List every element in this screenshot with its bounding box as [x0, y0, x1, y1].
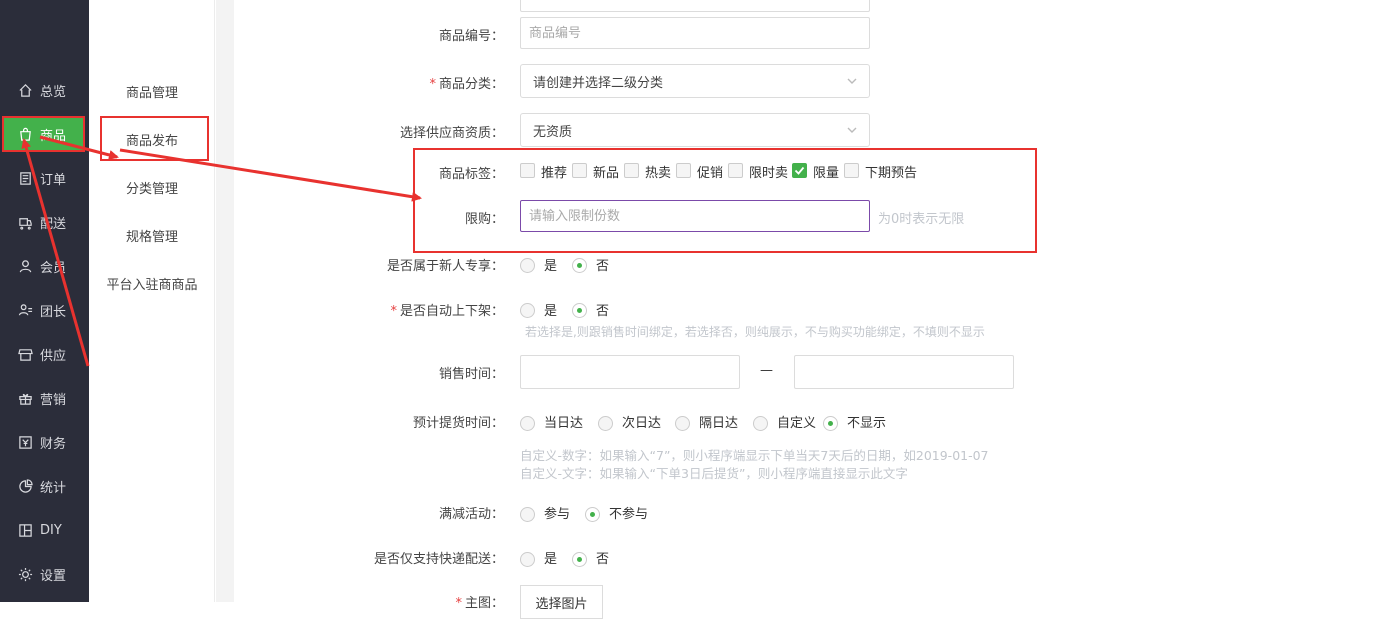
pickup-hint-number: 自定义-数字：如果输入“7”，则小程序端显示下单当天7天后的日期，如2019-0… — [520, 448, 989, 463]
pickup-option-radio[interactable] — [823, 416, 838, 431]
pickup-label: 预计提货时间： — [412, 416, 504, 431]
pickup-option-label: 自定义 — [777, 416, 817, 431]
pickup-option-label: 次日达 — [622, 416, 662, 431]
nav-item-pie[interactable]: 统计 — [0, 468, 89, 504]
sale-time-separator: — — [760, 363, 773, 378]
auto-shelf-label-text: 是否自动上下架： — [399, 304, 504, 319]
pickup-option-radio[interactable] — [753, 416, 768, 431]
nav-item-order[interactable]: 订单 — [0, 160, 89, 196]
main-image-label-text: 主图： — [464, 596, 504, 611]
pickup-option-radio[interactable] — [520, 416, 535, 431]
express-no-label: 否 — [596, 552, 610, 567]
product-code-input[interactable] — [520, 17, 870, 49]
newbie-no-label: 否 — [596, 259, 610, 274]
express-label: 是否仅支持快递配送： — [373, 552, 504, 567]
yen-icon — [19, 435, 32, 449]
nav-item-gift[interactable]: 营销 — [0, 380, 89, 416]
content-gutter — [216, 0, 234, 602]
store-icon — [18, 348, 33, 361]
product-form: 商品编号： *商品分类： 请创建并选择二级分类 选择供应商资质： 无资质 商品标… — [234, 0, 1393, 619]
nav-item-label: DIY — [40, 522, 62, 538]
newbie-yes-radio[interactable] — [520, 258, 535, 273]
nav-item-layout[interactable]: DIY — [0, 512, 89, 548]
highlight-box-subnav — [100, 116, 209, 161]
category-select-value: 请创建并选择二级分类 — [533, 75, 664, 91]
code-label: 商品编号： — [438, 29, 504, 44]
subnav-item-merchant-products[interactable]: 平台入驻商商品 — [89, 274, 215, 293]
gift-icon — [19, 393, 32, 405]
layout-icon — [19, 523, 32, 537]
category-label: * 商品分类： — [429, 77, 504, 92]
sidebar: 总览 商品 订单 配送 会员 团长 供应 营销 财务 统计 DIY 设置 — [0, 0, 89, 602]
auto-shelf-label: * 是否自动上下架： — [390, 304, 504, 319]
nav-item-store[interactable]: 供应 — [0, 336, 89, 372]
nav-item-gear[interactable]: 设置 — [0, 556, 89, 592]
subnav-item-product-manage[interactable]: 商品管理 — [89, 82, 215, 101]
express-yes-label: 是 — [544, 552, 558, 567]
nav-item-label: 团长 — [40, 304, 67, 320]
previous-field-input[interactable] — [520, 0, 870, 12]
nav-item-label: 订单 — [40, 172, 67, 188]
newbie-no-radio[interactable] — [572, 258, 587, 273]
nav-item-label: 供应 — [40, 348, 67, 364]
highlight-box-tags-limit — [413, 148, 1037, 253]
subnav-item-category-manage[interactable]: 分类管理 — [89, 178, 215, 197]
auto-shelf-hint: 若选择是,则跟销售时间绑定，若选择否，则纯展示，不与购买功能绑定，不填则不显示 — [525, 325, 985, 339]
supplier-label: 选择供应商资质： — [399, 126, 504, 141]
newbie-yes-label: 是 — [544, 259, 558, 274]
newbie-label: 是否属于新人专享： — [386, 259, 504, 274]
pickup-option-radio[interactable] — [675, 416, 690, 431]
sub-navigation: 商品管理 商品发布 分类管理 规格管理 平台入驻商商品 — [89, 0, 215, 602]
auto-shelf-no-label: 否 — [596, 304, 610, 319]
nav-item-label: 总览 — [40, 84, 67, 100]
nav-item-user[interactable]: 会员 — [0, 248, 89, 284]
chevron-down-icon — [847, 78, 857, 84]
choose-image-button[interactable]: 选择图片 — [520, 585, 603, 619]
pickup-option-radio[interactable] — [598, 416, 613, 431]
fullcut-nojoin-label: 不参与 — [609, 507, 649, 522]
highlight-box-nav — [2, 116, 85, 152]
pickup-option-label: 当日达 — [544, 416, 584, 431]
leader-icon — [18, 303, 33, 315]
order-icon — [20, 171, 31, 185]
nav-item-label: 配送 — [40, 216, 67, 232]
delivery-icon — [19, 217, 32, 230]
auto-shelf-yes-label: 是 — [544, 304, 558, 319]
pickup-option-label: 不显示 — [847, 416, 887, 431]
supplier-select[interactable]: 无资质 — [520, 113, 870, 147]
nav-item-label: 会员 — [40, 260, 67, 276]
sale-time-label: 销售时间： — [438, 367, 504, 382]
nav-item-label: 统计 — [40, 480, 67, 496]
nav-item-delivery[interactable]: 配送 — [0, 204, 89, 240]
nav-item-home[interactable]: 总览 — [0, 72, 89, 108]
home-icon — [19, 83, 32, 97]
express-yes-radio[interactable] — [520, 552, 535, 567]
pickup-hint-text: 自定义-文字：如果输入“下单3日后提货”，则小程序端直接显示此文字 — [520, 466, 908, 481]
fullcut-label: 满减活动： — [438, 507, 504, 522]
auto-shelf-no-radio[interactable] — [572, 303, 587, 318]
supplier-select-value: 无资质 — [533, 124, 573, 140]
fullcut-join-radio[interactable] — [520, 507, 535, 522]
pickup-option-label: 隔日达 — [699, 416, 739, 431]
fullcut-nojoin-radio[interactable] — [585, 507, 600, 522]
chevron-down-icon — [847, 127, 857, 133]
user-icon — [19, 259, 32, 272]
category-select[interactable]: 请创建并选择二级分类 — [520, 64, 870, 98]
gear-icon — [18, 567, 33, 581]
express-no-radio[interactable] — [572, 552, 587, 567]
nav-item-leader[interactable]: 团长 — [0, 292, 89, 328]
fullcut-join-label: 参与 — [544, 507, 571, 522]
nav-item-yen[interactable]: 财务 — [0, 424, 89, 460]
auto-shelf-yes-radio[interactable] — [520, 303, 535, 318]
sale-time-end-input[interactable] — [794, 355, 1014, 389]
sale-time-start-input[interactable] — [520, 355, 740, 389]
subnav-item-spec-manage[interactable]: 规格管理 — [89, 226, 215, 245]
nav-item-label: 财务 — [40, 436, 67, 452]
nav-item-label: 设置 — [40, 568, 67, 584]
nav-item-label: 营销 — [40, 392, 67, 408]
category-label-text: 商品分类： — [438, 77, 504, 92]
pie-icon — [19, 478, 33, 493]
